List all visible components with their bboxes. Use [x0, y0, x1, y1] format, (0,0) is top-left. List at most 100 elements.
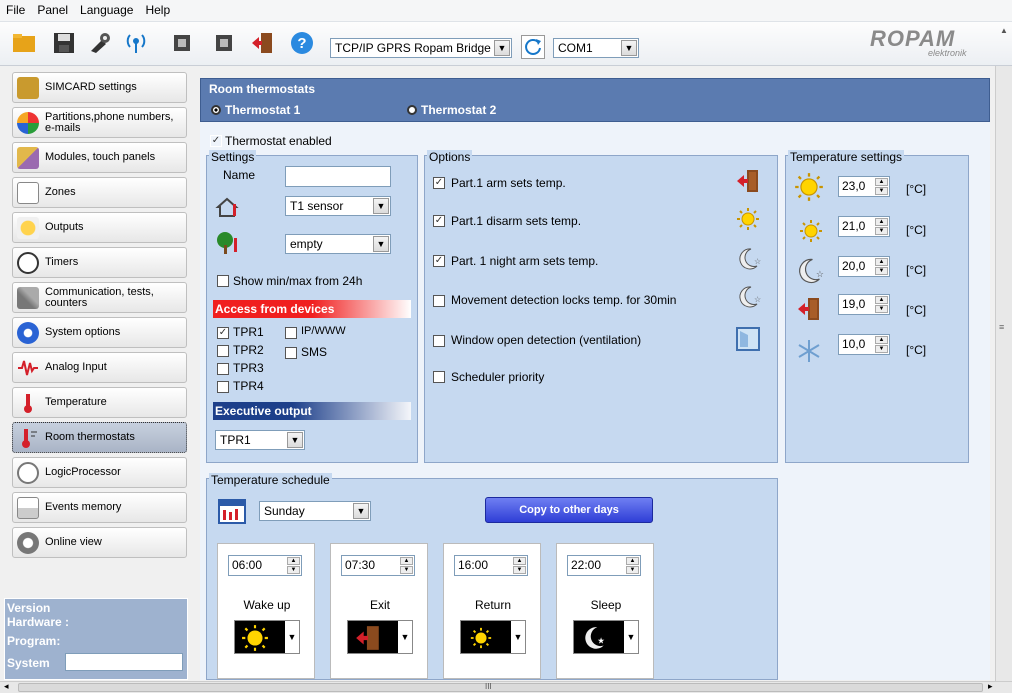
spin-down-icon[interactable]: ▼ — [875, 187, 888, 195]
radio-thermostat-1[interactable]: Thermostat 1 — [211, 103, 300, 117]
return-icon-select[interactable]: ▼ — [460, 620, 526, 654]
ipwww-checkbox[interactable] — [285, 327, 297, 339]
executive-output-select[interactable]: TPR1 ▼ — [215, 430, 305, 450]
sidebar-item-timers[interactable]: Timers — [12, 247, 187, 278]
chevron-down-icon: ▼ — [511, 621, 525, 653]
help-icon[interactable]: ? — [290, 31, 314, 55]
option-disarm-checkbox[interactable]: ✓ — [433, 215, 445, 227]
save-icon[interactable] — [52, 31, 76, 55]
menu-file[interactable]: File — [0, 0, 31, 17]
option-night-checkbox[interactable]: ✓ — [433, 255, 445, 267]
spin-down-icon[interactable]: ▼ — [626, 566, 639, 574]
sidebar-item-label: Partitions,phone numbers, e-mails — [45, 110, 174, 134]
sidebar-item-simcard[interactable]: SIMCARD settings — [12, 72, 187, 103]
return-time[interactable]: 16:00 ▲ ▼ — [454, 555, 528, 576]
spin-up-icon[interactable]: ▲ — [287, 557, 300, 565]
spin-up-icon[interactable]: ▲ — [875, 336, 888, 344]
thermostat-enabled-checkbox[interactable]: ✓ — [210, 135, 222, 147]
program-label: Program: — [7, 634, 61, 648]
temp-unit-2: [°C] — [906, 223, 927, 237]
scroll-up-icon[interactable]: ▲ — [1000, 26, 1008, 35]
moon-icon: ☆ — [799, 258, 824, 284]
spin-down-icon[interactable]: ▼ — [287, 566, 300, 574]
tpr1-checkbox[interactable]: ✓ — [217, 327, 229, 339]
temp-value-2-text: 21,0 — [842, 219, 866, 233]
sidebar-item-logicprocessor[interactable]: LogicProcessor — [12, 457, 187, 488]
connection-select[interactable]: TCP/IP GPRS Ropam Bridge ▼ — [330, 38, 512, 58]
sidebar-item-analog-input[interactable]: Analog Input — [12, 352, 187, 383]
thermostat-1-label: Thermostat 1 — [225, 103, 301, 117]
spin-up-icon[interactable]: ▲ — [875, 178, 888, 186]
temp-value-3[interactable]: 20,0 ▲ ▼ — [838, 256, 890, 277]
spin-up-icon[interactable]: ▲ — [875, 258, 888, 266]
outdoor-sensor-select[interactable]: empty ▼ — [285, 234, 391, 254]
spin-up-icon[interactable]: ▲ — [626, 557, 639, 565]
day-select[interactable]: Sunday ▼ — [259, 501, 371, 521]
option-window-checkbox[interactable] — [433, 335, 445, 347]
thermostat-icon — [22, 428, 37, 448]
temp-value-5[interactable]: 10,0 ▲ ▼ — [838, 334, 890, 355]
sleep-time[interactable]: 22:00 ▲ ▼ — [567, 555, 641, 576]
sensor-select[interactable]: T1 sensor ▼ — [285, 196, 391, 216]
thermostat-enabled-label: Thermostat enabled — [225, 134, 332, 148]
tpr4-checkbox[interactable] — [217, 381, 229, 393]
tpr1-label: TPR1 — [233, 325, 264, 339]
spin-down-icon[interactable]: ▼ — [875, 227, 888, 235]
option-arm-checkbox[interactable]: ✓ — [433, 177, 445, 189]
spin-down-icon[interactable]: ▼ — [875, 305, 888, 313]
sidebar-item-communication[interactable]: Communication, tests, counters — [12, 282, 187, 313]
tpr2-checkbox[interactable] — [217, 345, 229, 357]
sidebar-item-temperature[interactable]: Temperature — [12, 387, 187, 418]
scroll-right-icon[interactable]: ▸ — [988, 681, 993, 692]
temp-value-2[interactable]: 21,0 ▲ ▼ — [838, 216, 890, 237]
minmax-checkbox[interactable] — [217, 275, 229, 287]
spin-up-icon[interactable]: ▲ — [513, 557, 526, 565]
port-select[interactable]: COM1 ▼ — [553, 38, 639, 58]
tpr3-checkbox[interactable] — [217, 363, 229, 375]
scroll-left-icon[interactable]: ◂ — [4, 681, 9, 692]
scrollbar-thumb[interactable] — [18, 683, 983, 692]
spin-down-icon[interactable]: ▼ — [875, 345, 888, 353]
sidebar-item-zones[interactable]: Zones — [12, 177, 187, 208]
spin-down-icon[interactable]: ▼ — [875, 267, 888, 275]
refresh-icon[interactable] — [521, 35, 545, 59]
menu-panel[interactable]: Panel — [31, 0, 74, 17]
sim-card-icon — [17, 76, 39, 99]
exit-time[interactable]: 07:30 ▲ ▼ — [341, 555, 415, 576]
open-folder-icon[interactable] — [12, 31, 36, 55]
sidebar-item-system-options[interactable]: System options — [12, 317, 187, 348]
sidebar-item-online-view[interactable]: Online view — [12, 527, 187, 558]
sleep-icon-select[interactable]: ★ ▼ — [573, 620, 639, 654]
copy-to-other-days-button[interactable]: Copy to other days — [485, 497, 653, 523]
sidebar-item-partitions[interactable]: Partitions,phone numbers, e-mails — [12, 107, 187, 138]
sidebar-item-room-thermostats[interactable]: Room thermostats — [12, 422, 187, 453]
sms-checkbox[interactable] — [285, 347, 297, 359]
chip-read-icon[interactable] — [170, 31, 194, 55]
temp-value-4[interactable]: 19,0 ▲ ▼ — [838, 294, 890, 315]
chip-write-icon[interactable] — [212, 31, 236, 55]
spin-down-icon[interactable]: ▼ — [400, 566, 413, 574]
spin-down-icon[interactable]: ▼ — [513, 566, 526, 574]
sidebar-item-modules[interactable]: Modules, touch panels — [12, 142, 187, 173]
horizontal-scrollbar[interactable]: ◂ III ▸ — [0, 681, 1012, 693]
option-movement-checkbox[interactable] — [433, 295, 445, 307]
tools-icon[interactable] — [88, 31, 112, 55]
menu-help[interactable]: Help — [139, 0, 176, 17]
vertical-scrollbar[interactable]: ≡ — [995, 66, 1012, 681]
spin-up-icon[interactable]: ▲ — [875, 218, 888, 226]
radio-thermostat-2[interactable]: Thermostat 2 — [407, 103, 496, 117]
sidebar-item-outputs[interactable]: Outputs — [12, 212, 187, 243]
sidebar-item-events-memory[interactable]: Events memory — [12, 492, 187, 523]
spin-up-icon[interactable]: ▲ — [400, 557, 413, 565]
option-scheduler-checkbox[interactable] — [433, 371, 445, 383]
exit-icon-select[interactable]: ▼ — [347, 620, 413, 654]
wakeup-time[interactable]: 06:00 ▲ ▼ — [228, 555, 302, 576]
temp-value-1[interactable]: 23,0 ▲ ▼ — [838, 176, 890, 197]
sleep-time-text: 22:00 — [571, 558, 602, 572]
antenna-icon[interactable] — [124, 31, 148, 55]
name-input[interactable] — [285, 166, 391, 187]
exit-door-icon[interactable] — [250, 31, 274, 55]
spin-up-icon[interactable]: ▲ — [875, 296, 888, 304]
wakeup-icon-select[interactable]: ▼ — [234, 620, 300, 654]
menu-language[interactable]: Language — [74, 0, 139, 17]
